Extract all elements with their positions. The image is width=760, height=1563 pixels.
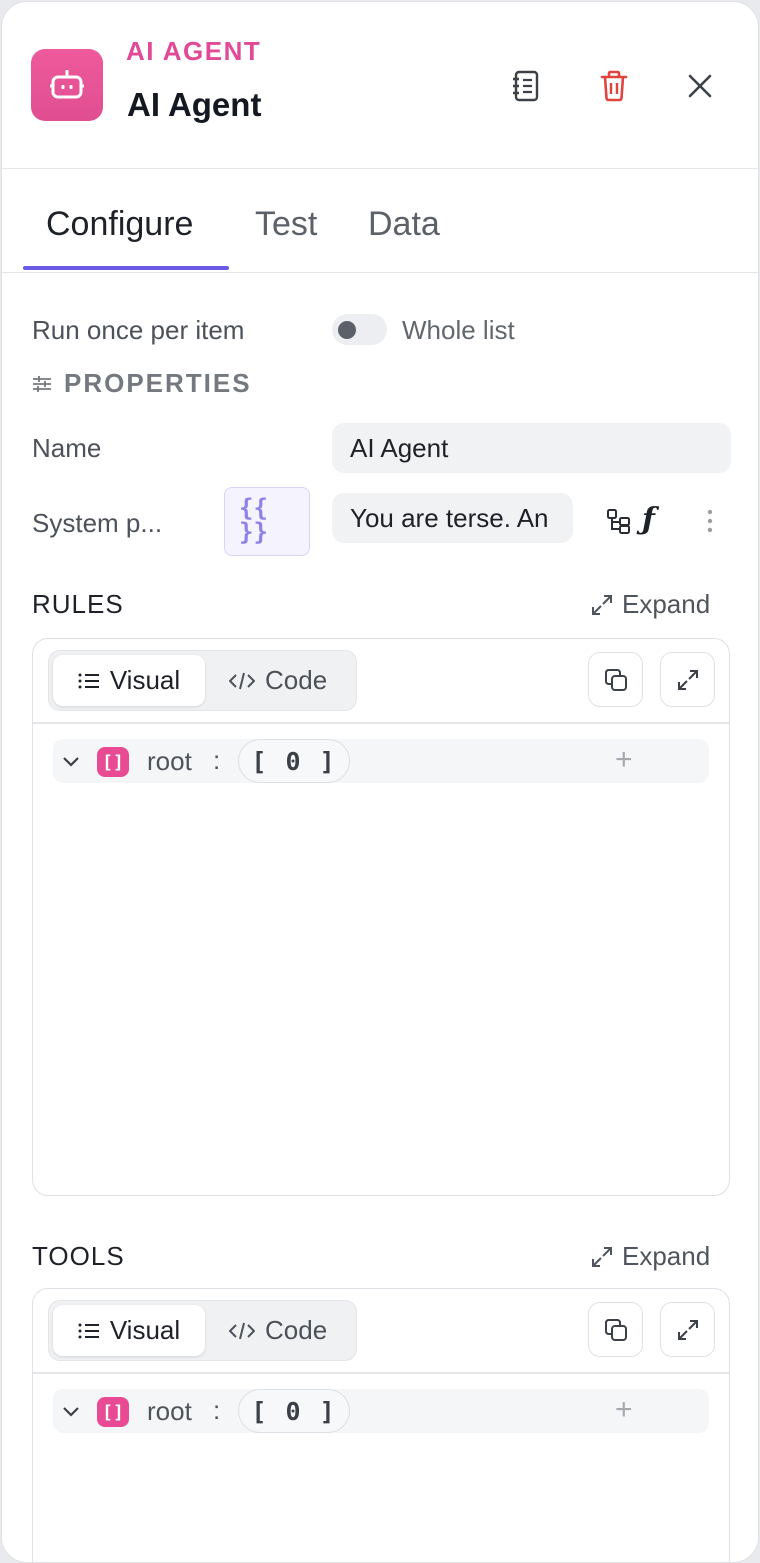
- tools-expand-button[interactable]: Expand: [590, 1241, 710, 1272]
- add-item-icon[interactable]: +: [615, 743, 633, 777]
- sliders-icon: [33, 375, 51, 392]
- run-once-label: Run once per item: [32, 315, 245, 345]
- tools-visual-tab[interactable]: Visual: [53, 1305, 205, 1356]
- editor-divider: [33, 722, 729, 724]
- expression-toggle-button[interactable]: {{ }}: [224, 487, 310, 556]
- name-field[interactable]: AI Agent: [332, 423, 731, 473]
- array-count-badge: [ 0 ]: [238, 1389, 350, 1433]
- node-config-panel: AI AGENT AI Agent Configure Test Data Ru…: [1, 1, 759, 1563]
- root-key: root: [147, 746, 192, 776]
- expand-label: Expand: [622, 589, 711, 619]
- trash-icon: [600, 70, 628, 102]
- run-mode-toggle[interactable]: [332, 314, 387, 345]
- rules-editor: Visual Code [] root: [0] +: [32, 638, 730, 1196]
- rules-visual-tab[interactable]: Visual: [53, 655, 205, 706]
- tools-code-tab[interactable]: Code: [229, 1305, 327, 1356]
- key-separator: :: [213, 1395, 221, 1425]
- delete-button[interactable]: [592, 64, 636, 108]
- chevron-down-icon[interactable]: [61, 749, 81, 773]
- rules-copy-button[interactable]: [588, 652, 643, 707]
- panel-header: AI AGENT AI Agent: [2, 2, 758, 169]
- rules-heading: RULES: [32, 589, 124, 619]
- code-icon: [229, 672, 255, 689]
- whole-list-label: Whole list: [402, 315, 515, 345]
- tools-copy-button[interactable]: [588, 1302, 643, 1357]
- expand-icon: [677, 1319, 698, 1340]
- system-prompt-label: System p...: [32, 508, 163, 538]
- close-icon: [688, 74, 712, 98]
- close-button[interactable]: [678, 64, 722, 108]
- expand-icon: [592, 1246, 612, 1267]
- array-type-icon: []: [97, 1397, 129, 1427]
- rules-fullscreen-button[interactable]: [660, 652, 715, 707]
- tab-configure[interactable]: Configure: [46, 205, 193, 244]
- active-tab-indicator: [23, 266, 229, 270]
- root-key: root: [147, 1396, 192, 1426]
- key-separator: :: [213, 745, 221, 775]
- more-options-icon[interactable]: [700, 508, 720, 539]
- code-label: Code: [265, 1315, 328, 1345]
- robot-icon: [31, 49, 103, 121]
- rules-expand-button[interactable]: Expand: [590, 589, 710, 620]
- add-item-icon[interactable]: +: [615, 1393, 633, 1427]
- tab-test[interactable]: Test: [255, 205, 317, 244]
- list-icon: [78, 1323, 99, 1338]
- field-mapping-icon[interactable]: [606, 508, 632, 539]
- copy-icon: [604, 1318, 627, 1341]
- code-icon: [229, 1322, 255, 1339]
- docs-button[interactable]: [504, 64, 548, 108]
- array-count-badge: [ 0 ]: [238, 739, 350, 783]
- name-label: Name: [32, 433, 102, 463]
- tab-bar: Configure Test Data: [2, 169, 758, 273]
- copy-icon: [604, 668, 627, 691]
- json-tree-row: [] root : [ 0 ] +: [53, 1389, 709, 1433]
- function-icon[interactable]: ƒ: [642, 502, 655, 537]
- rules-view-switch: Visual Code: [48, 650, 357, 711]
- system-prompt-field[interactable]: You are terse. An: [332, 493, 573, 543]
- tools-view-switch: Visual Code: [48, 1300, 357, 1361]
- tools-fullscreen-button[interactable]: [660, 1302, 715, 1357]
- expand-label: Expand: [622, 1241, 711, 1271]
- notebook-icon: [513, 70, 539, 102]
- toggle-knob: [338, 321, 356, 339]
- node-type-label: AI AGENT: [126, 36, 262, 66]
- rules-code-tab[interactable]: Code: [229, 655, 327, 706]
- expand-icon: [592, 594, 612, 615]
- visual-label: Visual: [109, 665, 181, 695]
- properties-title: PROPERTIES: [64, 368, 252, 398]
- expand-icon: [677, 669, 698, 690]
- json-tree-row: [] root : [ 0 ] +: [53, 739, 709, 783]
- node-title[interactable]: AI Agent: [127, 86, 261, 124]
- chevron-down-icon[interactable]: [61, 1399, 81, 1423]
- editor-divider: [33, 1372, 729, 1374]
- array-type-icon: []: [97, 747, 129, 777]
- tab-data[interactable]: Data: [368, 205, 440, 244]
- properties-heading: PROPERTIES: [32, 368, 252, 399]
- list-icon: [78, 673, 99, 688]
- visual-label: Visual: [109, 1315, 181, 1345]
- tools-heading: TOOLS: [32, 1241, 125, 1271]
- code-label: Code: [265, 665, 328, 695]
- tools-editor: Visual Code [] root: [0] +: [32, 1288, 730, 1562]
